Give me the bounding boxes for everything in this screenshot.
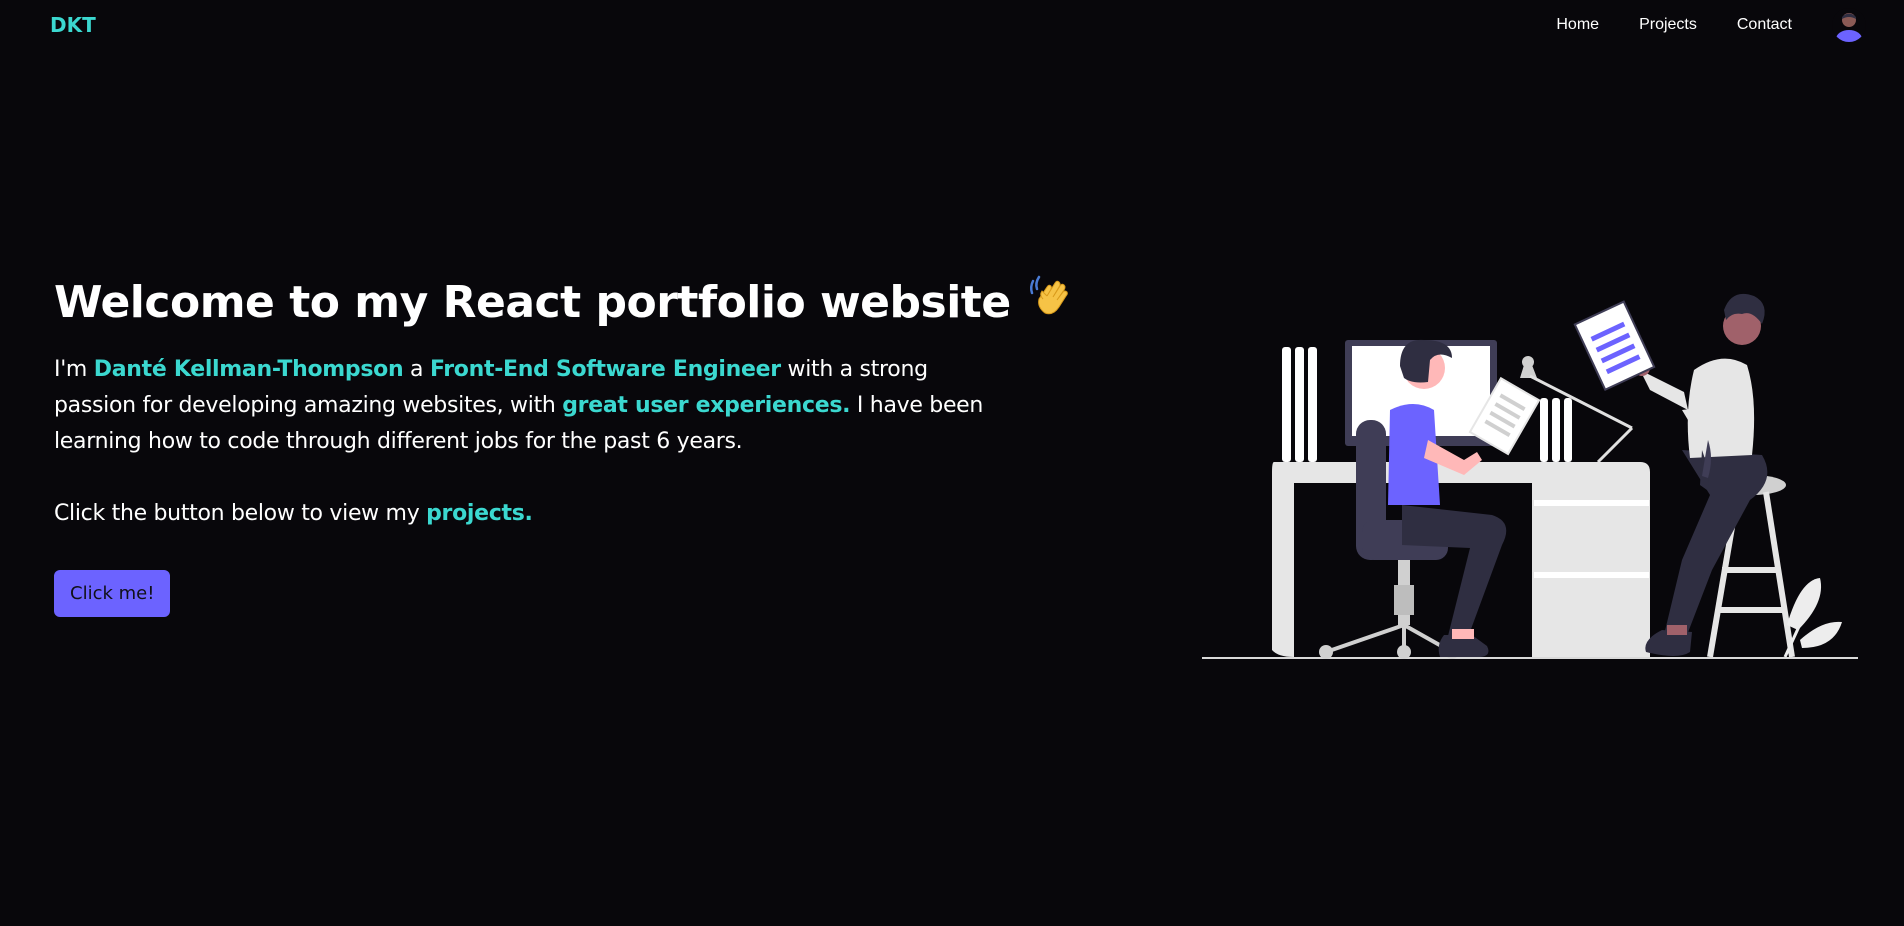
cta-text: Click the button below to view my — [54, 500, 427, 526]
avatar[interactable] — [1832, 8, 1866, 42]
projects-link[interactable]: projects. — [426, 501, 533, 526]
nav-home-link[interactable]: Home — [1556, 16, 1599, 34]
intro-text-2: a — [403, 356, 430, 382]
nav-links: Home Projects Contact — [1556, 0, 1904, 50]
page-title: Welcome to my React portfolio website — [54, 268, 1069, 342]
headline-text: Welcome to my React portfolio website — [54, 277, 1011, 328]
nav-contact-link[interactable]: Contact — [1737, 16, 1792, 34]
workspace-illustration-icon — [1202, 293, 1858, 659]
author-role: Front-End Software Engineer — [429, 356, 781, 382]
click-me-button[interactable]: Click me! — [54, 569, 171, 617]
avatar-icon — [1832, 8, 1866, 42]
navbar: DKT Home Projects Contact — [0, 0, 1904, 50]
intro-text-1: I'm — [54, 356, 94, 382]
brand-logo[interactable]: DKT — [50, 13, 96, 37]
waving-hand-icon — [1025, 269, 1077, 342]
nav-projects-link[interactable]: Projects — [1639, 16, 1697, 34]
developer-illustration — [1202, 280, 1858, 666]
hero-section: Welcome to my React portfolio website I'… — [54, 268, 1069, 617]
author-name: Danté Kellman-Thompson — [93, 356, 404, 382]
intro-paragraph: I'm Danté Kellman-Thompson a Front-End S… — [54, 352, 1014, 460]
cta-paragraph: Click the button below to view my projec… — [54, 496, 1024, 532]
page: DKT Home Projects Contact Welcome to my … — [0, 0, 1904, 926]
ux-highlight: great user experiences. — [562, 392, 851, 418]
